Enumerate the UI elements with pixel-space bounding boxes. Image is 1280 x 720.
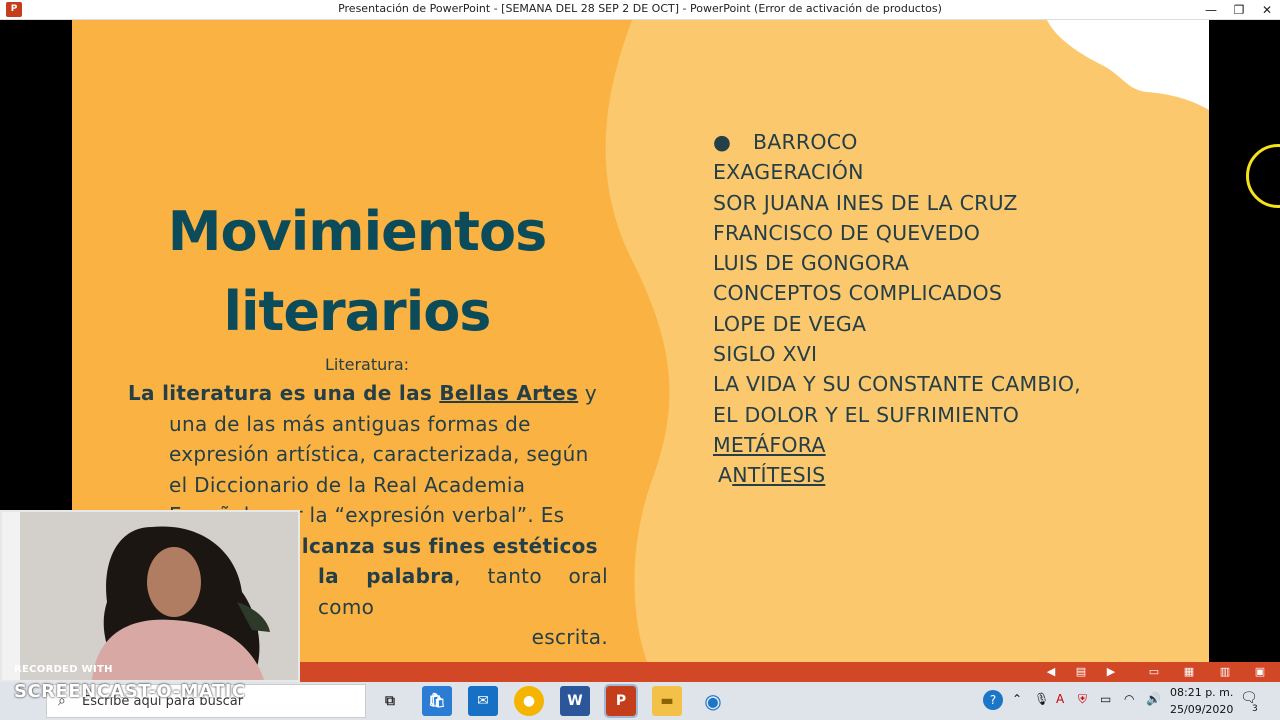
wifi-icon[interactable]: ◠ (1124, 692, 1134, 706)
list-item: SIGLO XVI (713, 342, 818, 367)
notification-count: 3 (1252, 704, 1258, 714)
mail-icon[interactable]: ✉ (468, 686, 498, 716)
list-item: FRANCISCO DE QUEVEDO (713, 220, 981, 245)
microphone-icon[interactable]: 🎙 (1034, 692, 1049, 706)
list-item: SOR JUANA INES DE LA CRUZ (713, 190, 1018, 215)
clock-time[interactable]: 08:21 p. m. (1170, 686, 1233, 699)
body-line-3: expresión artística, caracterizada, segú… (169, 442, 589, 466)
body-line-2: una de las más antiguas formas de (169, 411, 531, 436)
cursor-highlight (1246, 144, 1280, 208)
list-item: LA VIDA Y SU CONSTANTE CAMBIO, (713, 372, 1081, 397)
list-item: ANTÍTESIS (718, 463, 826, 488)
list-item: LUIS DE GONGORA (713, 251, 910, 276)
slide-title: Movimientos literarios (132, 192, 582, 352)
clock-date[interactable]: 25/09/2020 (1170, 703, 1233, 716)
close-button[interactable]: ✕ (1252, 0, 1280, 20)
movement-list: ● BARROCO EXAGERACIÓN SOR JUANA INES DE L… (713, 127, 1173, 491)
screencast-logo: SCREENCAST-O-MATIC (14, 681, 246, 702)
chevron-up-icon[interactable]: ⌃ (1012, 692, 1022, 706)
word-icon[interactable]: W (560, 686, 590, 716)
list-item: ● BARROCO (713, 127, 1173, 157)
title-line-1: Movimientos (167, 200, 547, 263)
help-icon[interactable]: ? (983, 690, 1003, 710)
body-text-y: y (578, 381, 598, 405)
slideshow-icon[interactable]: ▣ (1253, 665, 1267, 679)
list-item: EL DOLOR Y EL SUFRIMIENTO (713, 402, 1020, 427)
window-title: Presentación de PowerPoint - [SEMANA DEL… (338, 2, 942, 15)
restore-button[interactable]: ❐ (1224, 0, 1254, 20)
reading-view-icon[interactable]: ▥ (1218, 665, 1232, 679)
next-slide-icon[interactable]: ▶ (1104, 665, 1118, 679)
cortana-icon[interactable]: ◉ (698, 686, 728, 716)
body-line-6: alcanza sus fines estéticos (288, 533, 598, 558)
previous-slide-icon[interactable]: ◀ (1044, 665, 1058, 679)
chrome-icon[interactable]: ● (514, 686, 544, 716)
list-item: LOPE DE VEGA (713, 311, 867, 336)
bullet-icon: ● (713, 130, 732, 154)
body-line-7-bold: la palabra (318, 564, 455, 588)
body-bold-intro: La literatura es una de las (128, 381, 440, 405)
battery-icon[interactable]: ▭ (1100, 692, 1111, 706)
list-item: CONCEPTOS COMPLICADOS (713, 281, 1003, 306)
slide-sorter-icon[interactable]: ▦ (1182, 665, 1196, 679)
title-line-2: literarios (223, 280, 492, 343)
webcam-overlay (0, 510, 300, 682)
acrobat-icon[interactable]: A (1056, 692, 1064, 706)
store-icon[interactable]: 🛍 (422, 686, 452, 716)
shield-icon[interactable]: ⛨ (1078, 692, 1087, 707)
body-heading: Literatura: (324, 355, 410, 374)
recorded-with-label: RECORDED WITH (14, 664, 113, 675)
slide-menu-icon[interactable]: ▤ (1074, 665, 1088, 679)
list-item: EXAGERACIÓN (713, 160, 864, 185)
list-item: METÁFORA (713, 432, 826, 457)
powerpoint-taskbar-icon[interactable]: P (604, 684, 638, 718)
webcam-person-image (2, 512, 298, 680)
title-bar: P Presentación de PowerPoint - [SEMANA D… (0, 0, 1280, 20)
minimize-button[interactable]: — (1196, 0, 1226, 20)
body-line-4: el Diccionario de la Real Academia (169, 472, 526, 497)
normal-view-icon[interactable]: ▭ (1147, 665, 1161, 679)
volume-icon[interactable]: 🔊 (1146, 692, 1161, 706)
file-explorer-icon[interactable]: ▬ (652, 686, 682, 716)
bellas-artes-link[interactable]: Bellas Artes (439, 381, 578, 405)
task-view-icon[interactable]: ⧉ (375, 686, 405, 716)
